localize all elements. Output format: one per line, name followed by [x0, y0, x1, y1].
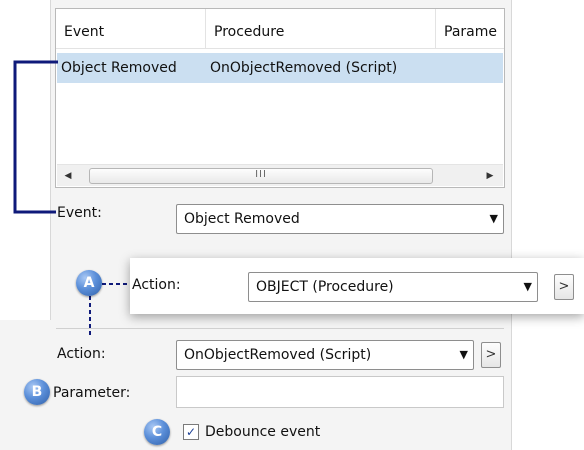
- chevron-down-icon: ▼: [523, 280, 532, 293]
- popup-action-select[interactable]: OBJECT (Procedure) ▼: [248, 272, 538, 302]
- action-select[interactable]: OnObjectRemoved (Script) ▼: [176, 340, 474, 370]
- popup-action-label: Action:: [132, 277, 181, 293]
- parameter-label: Parameter:: [53, 385, 131, 401]
- event-label: Event:: [57, 205, 102, 221]
- event-connector-line: [13, 60, 58, 214]
- debounce-label[interactable]: Debounce event: [205, 422, 320, 442]
- callout-a-badge: A: [76, 270, 102, 296]
- action-browse-button[interactable]: >: [481, 342, 501, 368]
- callout-c-badge: C: [144, 419, 170, 445]
- chevron-down-icon: ▼: [489, 212, 498, 225]
- action-popup-card: Action: OBJECT (Procedure) ▼ >: [130, 258, 584, 314]
- parameter-input[interactable]: [176, 376, 504, 408]
- checkmark-icon: ✓: [185, 425, 197, 439]
- callout-b-badge: B: [24, 379, 50, 405]
- popup-action-browse-button[interactable]: >: [554, 274, 574, 300]
- debounce-checkbox[interactable]: ✓: [183, 424, 199, 440]
- event-select[interactable]: Object Removed ▼: [176, 204, 504, 234]
- action-label: Action:: [57, 346, 106, 362]
- chevron-down-icon: ▼: [459, 348, 468, 361]
- divider: [56, 328, 504, 329]
